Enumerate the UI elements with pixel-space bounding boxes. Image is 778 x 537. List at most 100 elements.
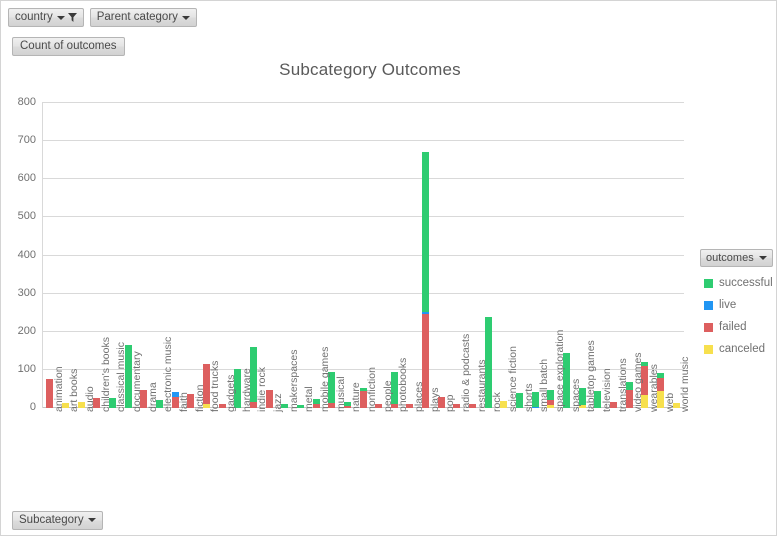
bar-column[interactable] <box>344 102 351 408</box>
bar-segment-live[interactable] <box>172 391 179 397</box>
bar-column[interactable] <box>93 102 100 408</box>
bar-segment-failed[interactable] <box>250 401 257 408</box>
bar-column[interactable] <box>406 102 413 408</box>
bar-column[interactable] <box>250 102 257 408</box>
bar-segment-canceled[interactable] <box>673 402 680 408</box>
bar-segment-failed[interactable] <box>391 404 398 408</box>
legend-item-successful[interactable]: successful <box>704 277 776 289</box>
legend-filter-button-outcomes[interactable]: outcomes <box>700 249 773 267</box>
bar-segment-canceled[interactable] <box>78 401 85 408</box>
bar-column[interactable] <box>657 102 664 408</box>
bar-segment-failed[interactable] <box>469 403 476 408</box>
bar-segment-successful[interactable] <box>297 404 304 408</box>
bar-segment-successful[interactable] <box>344 401 351 406</box>
bar-column[interactable] <box>234 102 241 408</box>
bar-segment-canceled[interactable] <box>500 400 507 408</box>
filter-button-country[interactable]: country <box>8 8 84 27</box>
bar-column[interactable] <box>203 102 210 408</box>
bar-column[interactable] <box>125 102 132 408</box>
bar-column[interactable] <box>673 102 680 408</box>
bar-segment-failed[interactable] <box>641 366 648 395</box>
bar-segment-successful[interactable] <box>579 388 586 405</box>
bar-segment-failed[interactable] <box>422 313 429 408</box>
bar-segment-successful[interactable] <box>594 391 601 408</box>
bar-column[interactable] <box>172 102 179 408</box>
bar-column[interactable] <box>469 102 476 408</box>
bar-segment-successful[interactable] <box>641 362 648 367</box>
bar-segment-failed[interactable] <box>344 405 351 408</box>
bar-segment-canceled[interactable] <box>641 394 648 408</box>
bar-column[interactable] <box>266 102 273 408</box>
bar-segment-successful[interactable] <box>313 399 320 404</box>
bar-column[interactable] <box>563 102 570 408</box>
bar-segment-live[interactable] <box>532 406 539 408</box>
bar-segment-successful[interactable] <box>532 391 539 407</box>
bar-column[interactable] <box>375 102 382 408</box>
bar-column[interactable] <box>516 102 523 408</box>
bar-column[interactable] <box>219 102 226 408</box>
bar-segment-successful[interactable] <box>109 398 116 408</box>
bar-segment-failed[interactable] <box>610 401 617 408</box>
bar-segment-successful[interactable] <box>485 316 492 408</box>
bar-column[interactable] <box>140 102 147 408</box>
bar-column[interactable] <box>579 102 586 408</box>
legend-item-canceled[interactable]: canceled <box>704 343 776 355</box>
bar-segment-failed[interactable] <box>328 402 335 408</box>
bar-segment-successful[interactable] <box>281 403 288 408</box>
bar-segment-successful[interactable] <box>516 392 523 408</box>
bar-segment-canceled[interactable] <box>62 402 69 408</box>
bar-segment-successful[interactable] <box>422 151 429 313</box>
bar-segment-failed[interactable] <box>140 390 147 408</box>
bar-segment-failed[interactable] <box>187 393 194 408</box>
bar-column[interactable] <box>438 102 445 408</box>
bar-segment-successful[interactable] <box>547 390 554 400</box>
bar-segment-successful[interactable] <box>234 368 241 408</box>
bar-segment-failed[interactable] <box>547 400 554 405</box>
bar-segment-failed[interactable] <box>453 403 460 408</box>
bar-segment-canceled[interactable] <box>547 404 554 408</box>
legend-item-live[interactable]: live <box>704 299 776 311</box>
bar-column[interactable] <box>500 102 507 408</box>
field-button-subcategory[interactable]: Subcategory <box>12 510 103 530</box>
bar-segment-failed[interactable] <box>438 396 445 408</box>
bar-segment-successful[interactable] <box>657 373 664 378</box>
value-button-count-of-outcomes[interactable]: Count of outcomes <box>12 36 125 56</box>
bar-segment-live[interactable] <box>422 311 429 314</box>
bar-segment-successful[interactable] <box>328 372 335 403</box>
bar-column[interactable] <box>62 102 69 408</box>
bar-segment-failed[interactable] <box>626 390 633 408</box>
bar-column[interactable] <box>594 102 601 408</box>
bar-segment-successful[interactable] <box>156 399 163 408</box>
bar-column[interactable] <box>626 102 633 408</box>
bar-column[interactable] <box>485 102 492 408</box>
bar-column[interactable] <box>328 102 335 408</box>
bar-segment-failed[interactable] <box>406 404 413 408</box>
bar-segment-failed[interactable] <box>313 403 320 408</box>
bar-column[interactable] <box>78 102 85 408</box>
bar-column[interactable] <box>391 102 398 408</box>
bar-column[interactable] <box>281 102 288 408</box>
bar-segment-canceled[interactable] <box>657 390 664 408</box>
bar-column[interactable] <box>187 102 194 408</box>
filter-button-parent-category[interactable]: Parent category <box>89 8 197 27</box>
bar-column[interactable] <box>422 102 429 408</box>
bar-segment-successful[interactable] <box>391 371 398 405</box>
bar-column[interactable] <box>360 102 367 408</box>
bar-column[interactable] <box>547 102 554 408</box>
bar-segment-successful[interactable] <box>563 353 570 408</box>
bar-column[interactable] <box>109 102 116 408</box>
bar-segment-failed[interactable] <box>219 404 226 408</box>
bar-segment-canceled[interactable] <box>203 404 210 408</box>
bar-column[interactable] <box>453 102 460 408</box>
bar-column[interactable] <box>46 102 53 408</box>
bar-segment-successful[interactable] <box>125 345 132 408</box>
bar-segment-successful[interactable] <box>250 347 257 402</box>
bar-segment-failed[interactable] <box>360 391 367 408</box>
bar-segment-failed[interactable] <box>375 403 382 408</box>
bar-column[interactable] <box>610 102 617 408</box>
bar-column[interactable] <box>313 102 320 408</box>
bar-segment-successful[interactable] <box>626 382 633 391</box>
bar-column[interactable] <box>641 102 648 408</box>
bar-column[interactable] <box>156 102 163 408</box>
bar-segment-failed[interactable] <box>93 397 100 408</box>
